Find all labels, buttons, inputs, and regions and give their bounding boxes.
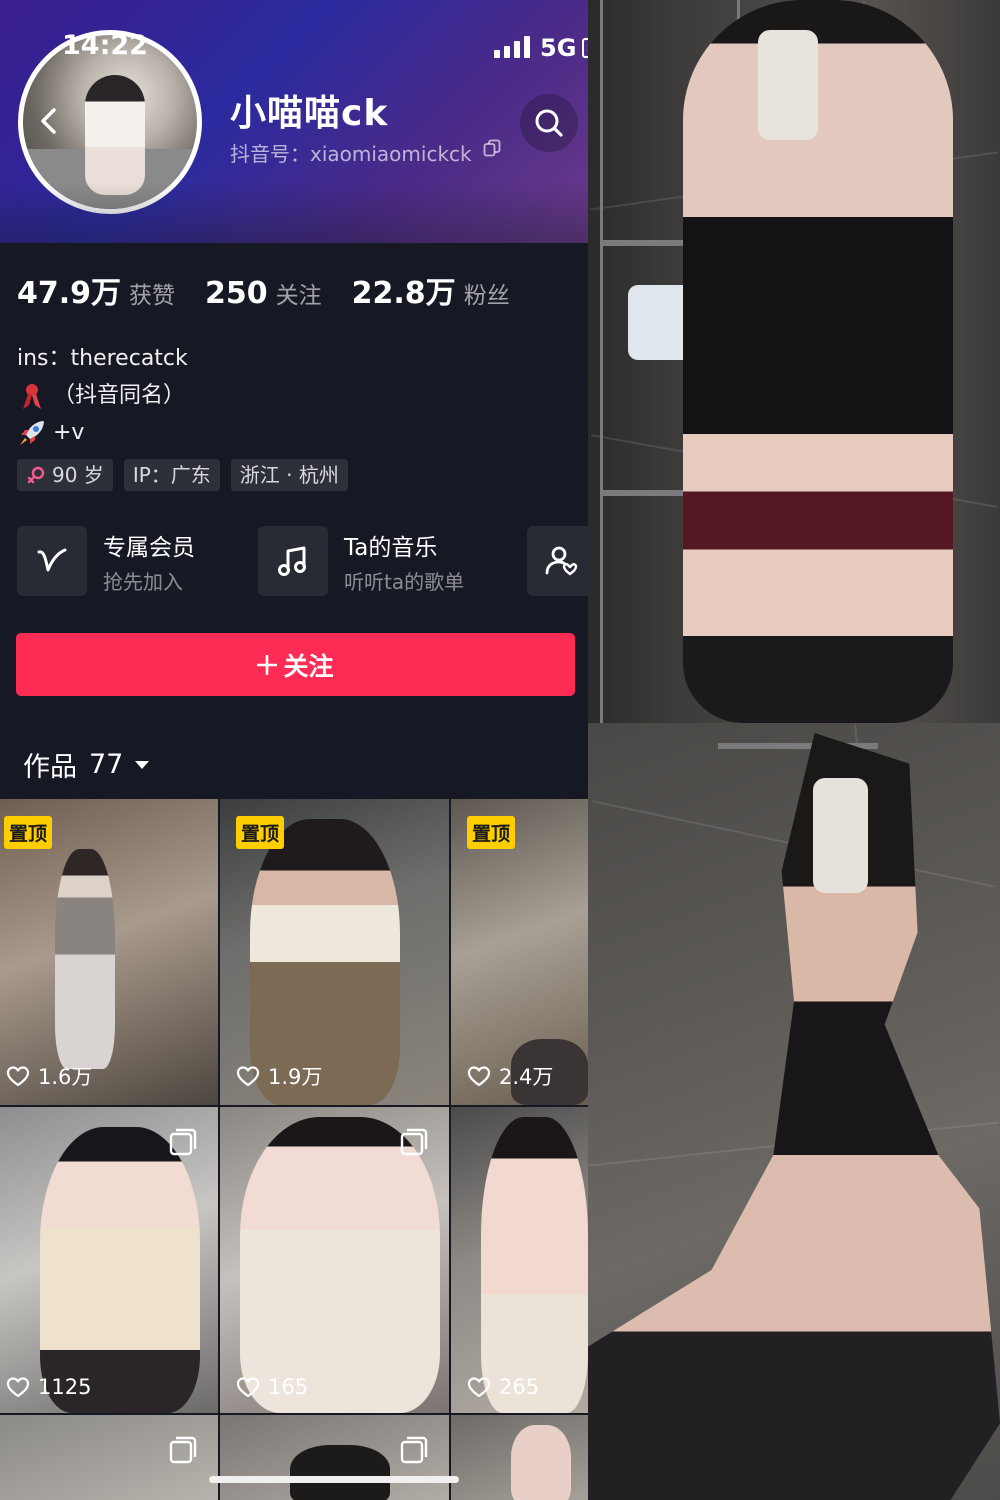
video-thumbnail[interactable] <box>0 1415 218 1500</box>
stat-likes[interactable]: 47.9万 获赞 <box>17 268 175 312</box>
feature-title: 专属会员 <box>103 534 195 561</box>
feature-subtitle: 听听ta的歌单 <box>344 569 465 594</box>
caret-down-icon <box>135 760 150 769</box>
music-note-icon <box>278 546 306 576</box>
photo-bathroom-top <box>588 0 1000 723</box>
tag-text: 浙江 · 杭州 <box>239 463 339 487</box>
pinned-badge: 置顶 <box>467 816 516 849</box>
age-tag: 90 岁 <box>17 459 113 491</box>
stat-followers[interactable]: 22.8万 粉丝 <box>352 268 510 312</box>
bio-text: +v <box>53 420 85 445</box>
like-count: 2.4万 <box>467 1061 553 1091</box>
music-card[interactable]: Ta的音乐 听听ta的歌单 <box>258 526 464 596</box>
like-count: 1.6万 <box>6 1061 92 1091</box>
like-count-text: 165 <box>268 1375 309 1399</box>
multi-image-icon <box>169 1436 197 1464</box>
stat-value: 22.8万 <box>351 276 456 311</box>
search-button[interactable] <box>520 94 578 152</box>
video-thumbnail[interactable]: 置顶 1.6万 <box>0 799 218 1105</box>
pinned-badge: 置顶 <box>4 816 53 849</box>
like-count-text: 265 <box>499 1375 540 1399</box>
stat-value: 47.9万 <box>17 276 122 311</box>
tag-text: 90 岁 <box>52 463 104 487</box>
search-icon <box>535 109 563 137</box>
bio-line: （抖音同名） <box>17 377 188 414</box>
heart-icon <box>467 1066 491 1087</box>
photo-bathroom-bottom <box>588 723 1000 1500</box>
signal-bars-icon <box>494 36 530 58</box>
follow-button-label: 关注 <box>283 651 334 681</box>
like-count-text: 1.9万 <box>268 1065 323 1089</box>
like-count: 1.9万 <box>236 1061 322 1091</box>
video-thumbnail[interactable]: 置顶 1.9万 <box>220 799 449 1105</box>
female-icon <box>27 466 45 484</box>
works-tab[interactable]: 作品 77 <box>23 745 150 784</box>
multi-image-icon <box>169 1128 197 1156</box>
bio: ins：therecatck （抖音同名） +v <box>17 340 188 451</box>
user-heart-icon <box>545 546 578 576</box>
feature-title: Ta的音乐 <box>344 534 438 561</box>
ribbon-emoji-icon <box>23 383 41 409</box>
heart-icon <box>236 1066 260 1087</box>
pinned-badge: 置顶 <box>236 816 285 849</box>
status-time: 14:22 <box>62 30 148 61</box>
plus-icon <box>257 654 278 675</box>
membership-v-icon <box>37 548 67 572</box>
multi-image-icon <box>400 1128 428 1156</box>
bio-line: ins：therecatck <box>17 340 188 377</box>
video-thumbnail[interactable]: 1125 <box>0 1107 218 1413</box>
multi-image-icon <box>400 1436 428 1464</box>
heart-icon <box>467 1377 491 1398</box>
like-count-text: 2.4万 <box>499 1065 554 1089</box>
feature-shortcuts: 专属会员 抢先加入 Ta的音乐 听听ta的歌单 <box>17 526 588 598</box>
like-count: 265 <box>467 1375 539 1399</box>
friends-card[interactable] <box>527 526 588 596</box>
like-count: 1125 <box>6 1375 91 1399</box>
heart-icon <box>6 1377 30 1398</box>
like-count-text: 1125 <box>38 1375 92 1399</box>
stat-value: 250 <box>205 276 268 311</box>
network-type: 5G <box>540 34 577 62</box>
bio-text: ins：therecatck <box>17 346 188 371</box>
video-thumbnail[interactable]: 置顶 2.4万 <box>451 799 588 1105</box>
back-arrow-icon[interactable] <box>34 106 64 136</box>
profile-stats: 47.9万 获赞 250 关注 22.8万 粉丝 <box>17 268 540 312</box>
stat-following[interactable]: 250 关注 <box>205 276 322 311</box>
video-thumbnail[interactable]: 265 <box>451 1107 588 1413</box>
heart-icon <box>6 1066 30 1087</box>
douyin-id: 抖音号：xiaomiaomickck <box>230 142 472 166</box>
stat-label: 获赞 <box>129 283 176 309</box>
location-tag[interactable]: 浙江 · 杭州 <box>230 459 348 491</box>
bio-line: +v <box>17 414 188 451</box>
nickname: 小喵喵ck <box>230 93 389 134</box>
video-thumbnail[interactable] <box>220 1415 449 1500</box>
like-count: 165 <box>236 1375 308 1399</box>
stat-label: 粉丝 <box>463 283 510 309</box>
works-count: 77 <box>89 749 124 780</box>
bio-text: （抖音同名） <box>53 383 186 408</box>
follow-button[interactable]: 关注 <box>16 633 575 696</box>
stat-label: 关注 <box>275 283 322 309</box>
home-indicator[interactable] <box>209 1476 459 1483</box>
works-label: 作品 <box>23 752 77 783</box>
video-thumbnail[interactable]: 165 <box>220 1107 449 1413</box>
like-count-text: 1.6万 <box>38 1065 93 1089</box>
video-thumbnail[interactable] <box>451 1415 588 1500</box>
ip-tag: IP：广东 <box>123 459 220 491</box>
tag-text: IP：广东 <box>132 463 211 487</box>
profile-tags: 90 岁 IP：广东 浙江 · 杭州 <box>17 459 359 491</box>
membership-card[interactable]: 专属会员 抢先加入 <box>17 526 195 596</box>
feature-subtitle: 抢先加入 <box>103 569 183 594</box>
profile-header-banner: 14:22 5G 小喵喵ck 抖音号：xiaomiaomickck <box>0 0 588 243</box>
profile-screen: 14:22 5G 小喵喵ck 抖音号：xiaomiaomickck 47.9万 <box>0 0 588 1500</box>
rocket-emoji-icon <box>20 420 44 445</box>
copy-icon[interactable] <box>483 139 501 157</box>
heart-icon <box>236 1377 260 1398</box>
